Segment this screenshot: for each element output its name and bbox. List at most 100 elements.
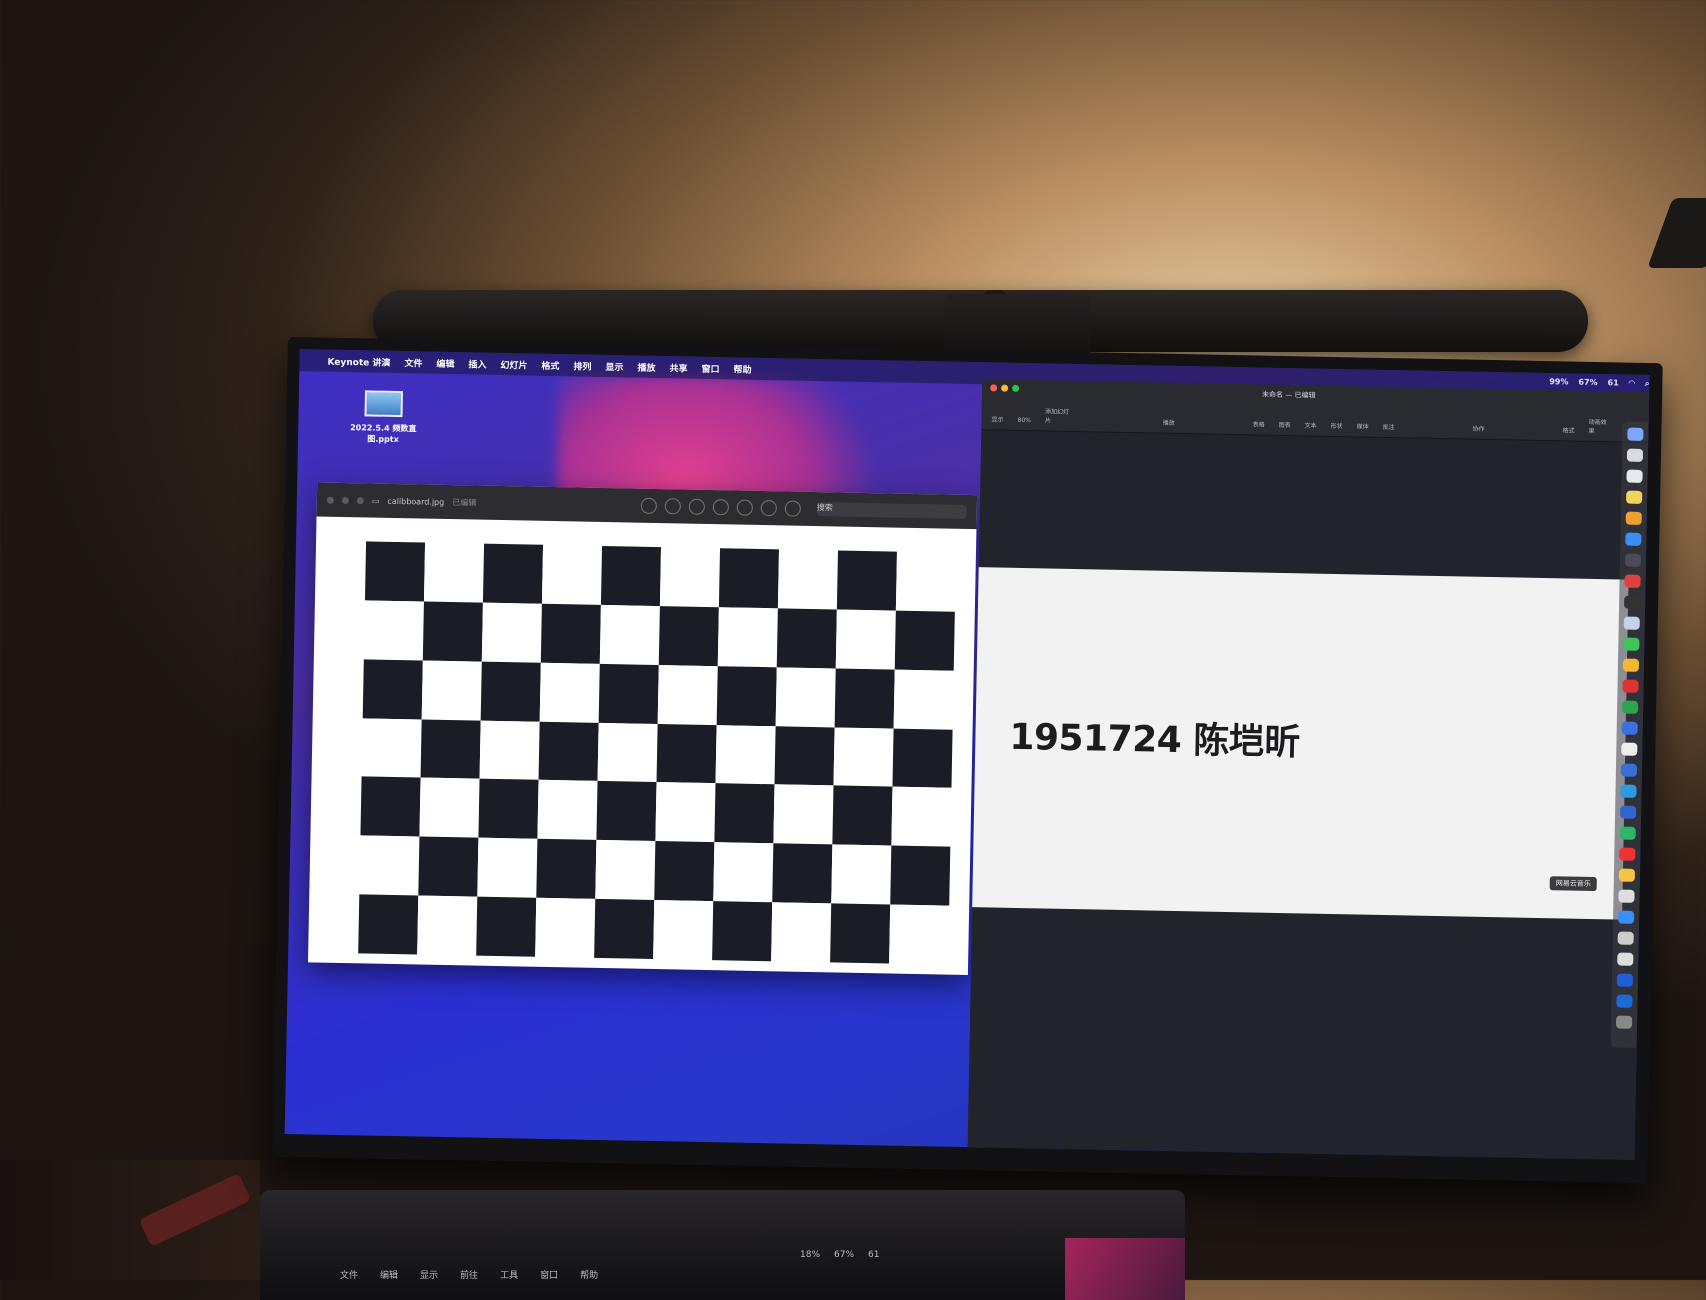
info-icon[interactable] bbox=[640, 497, 657, 514]
toolbar-collaborate[interactable]: 协作 bbox=[1472, 424, 1484, 433]
app-icon[interactable] bbox=[1619, 847, 1636, 861]
status-wechat[interactable]: 61 bbox=[868, 1250, 879, 1260]
app-store-icon[interactable] bbox=[1625, 532, 1642, 546]
checker-square bbox=[600, 545, 662, 606]
menu-item[interactable]: 幻灯片 bbox=[500, 357, 527, 371]
rotate-icon[interactable] bbox=[760, 499, 777, 517]
wechat-icon[interactable] bbox=[1623, 637, 1640, 651]
menu-item[interactable]: 共享 bbox=[669, 361, 687, 374]
pages-icon[interactable] bbox=[1625, 511, 1642, 525]
menu-item[interactable]: 格式 bbox=[541, 358, 559, 371]
toolbar-play[interactable]: 播放 bbox=[1163, 418, 1175, 427]
menu-item[interactable]: 播放 bbox=[637, 360, 655, 373]
menu-item[interactable]: 编辑 bbox=[436, 356, 454, 369]
status-cpu[interactable]: 18% bbox=[800, 1250, 820, 1260]
menu-item[interactable]: 前往 bbox=[460, 1268, 478, 1281]
toolbar-shape[interactable]: 形状 bbox=[1331, 421, 1343, 430]
notion-icon[interactable] bbox=[1621, 742, 1638, 756]
menu-item[interactable]: 文件 bbox=[404, 356, 422, 369]
search-icon[interactable]: ⌕ bbox=[1645, 379, 1650, 389]
status-cpu[interactable]: 99% bbox=[1549, 377, 1568, 387]
app-icon[interactable] bbox=[1620, 763, 1638, 777]
slide-title-text[interactable]: 1951724 陈垲昕 bbox=[1009, 708, 1300, 766]
chrome-icon[interactable] bbox=[1622, 658, 1640, 672]
search-input[interactable]: 搜索 bbox=[816, 502, 967, 519]
checker-square bbox=[891, 786, 952, 847]
app-icon[interactable] bbox=[1618, 868, 1636, 882]
checker-square bbox=[892, 728, 953, 789]
app-icon[interactable] bbox=[1624, 574, 1641, 588]
share-icon[interactable] bbox=[712, 499, 729, 516]
checker-square bbox=[833, 727, 894, 787]
terminal-icon[interactable] bbox=[1624, 595, 1641, 609]
minimize-button[interactable] bbox=[341, 496, 349, 504]
app-icon[interactable] bbox=[1617, 931, 1634, 945]
menu-item[interactable]: 显示 bbox=[605, 359, 623, 372]
typora-icon[interactable] bbox=[1618, 889, 1635, 903]
launchpad-icon[interactable] bbox=[1626, 448, 1644, 462]
checker-square bbox=[655, 782, 716, 843]
markup-icon[interactable] bbox=[736, 499, 753, 516]
app-icon[interactable] bbox=[1617, 952, 1634, 966]
checker-square bbox=[361, 717, 422, 778]
menu-item[interactable]: 帮助 bbox=[580, 1268, 598, 1281]
menu-item[interactable]: 编辑 bbox=[380, 1268, 398, 1281]
menu-app-name[interactable]: Keynote 讲演 bbox=[327, 354, 390, 368]
wifi-icon[interactable]: ◠ bbox=[1629, 379, 1635, 389]
checker-square bbox=[421, 660, 482, 721]
pycharm-icon[interactable] bbox=[1619, 826, 1636, 840]
menu-item[interactable]: 插入 bbox=[468, 357, 486, 370]
toolbar-format[interactable]: 格式 bbox=[1562, 425, 1574, 434]
netease-music-icon[interactable] bbox=[1622, 679, 1639, 693]
menu-item[interactable]: 工具 bbox=[500, 1268, 518, 1281]
sidebar-toggle-icon[interactable]: ▭ bbox=[372, 496, 380, 505]
minimize-button[interactable] bbox=[1001, 384, 1009, 392]
close-button[interactable] bbox=[326, 496, 334, 504]
app-icon[interactable] bbox=[1620, 784, 1637, 798]
toolbar-comment[interactable]: 批注 bbox=[1383, 422, 1395, 431]
app-icon[interactable] bbox=[1619, 805, 1637, 819]
menu-item[interactable]: 帮助 bbox=[733, 362, 751, 375]
toolbar-add-slide[interactable]: 添加幻灯片 bbox=[1045, 406, 1075, 425]
status-mem[interactable]: 67% bbox=[1578, 378, 1597, 388]
keynote-icon[interactable] bbox=[1616, 973, 1634, 987]
menu-item[interactable]: 文件 bbox=[340, 1268, 358, 1281]
zoom-in-icon[interactable] bbox=[688, 498, 705, 515]
messages-icon[interactable] bbox=[1622, 700, 1639, 714]
status-mem[interactable]: 67% bbox=[834, 1250, 854, 1260]
finder-icon[interactable] bbox=[1627, 427, 1644, 441]
status-wechat[interactable]: 61 bbox=[1607, 378, 1618, 388]
annotate-icon[interactable] bbox=[784, 500, 801, 517]
zoom-button[interactable] bbox=[1012, 384, 1020, 392]
desktop-file[interactable]: 2022.5.4 频数直图.pptx bbox=[338, 390, 429, 446]
desk-lamp bbox=[1647, 198, 1706, 268]
menu-item[interactable]: 窗口 bbox=[701, 361, 719, 374]
checker-square bbox=[417, 895, 478, 956]
github-icon[interactable] bbox=[1624, 553, 1642, 567]
app-icon[interactable] bbox=[1617, 910, 1635, 924]
toolbar-zoom[interactable]: 80% bbox=[1017, 417, 1030, 424]
toolbar-view[interactable]: 显示 bbox=[991, 414, 1003, 423]
file-thumbnail bbox=[364, 390, 403, 418]
slide-canvas[interactable]: 1951724 陈垲昕 网易云音乐 bbox=[972, 567, 1629, 920]
preview-app-icon[interactable] bbox=[1623, 616, 1640, 630]
toolbar-chart[interactable]: 图表 bbox=[1279, 420, 1291, 429]
trash-icon[interactable] bbox=[1615, 1015, 1633, 1029]
checker-square bbox=[597, 722, 658, 783]
menu-item[interactable]: 窗口 bbox=[540, 1268, 558, 1281]
zoom-out-icon[interactable] bbox=[664, 498, 681, 515]
app-icon[interactable] bbox=[1621, 721, 1638, 735]
checker-square bbox=[715, 724, 776, 785]
notes-icon[interactable] bbox=[1626, 490, 1643, 504]
menu-item[interactable]: 显示 bbox=[420, 1268, 438, 1281]
toolbar-animate[interactable]: 动画效果 bbox=[1588, 417, 1612, 435]
toolbar-table[interactable]: 表格 bbox=[1253, 419, 1265, 428]
close-button[interactable] bbox=[990, 384, 998, 392]
zoom-button[interactable] bbox=[356, 496, 364, 504]
toolbar-text[interactable]: 文本 bbox=[1305, 420, 1317, 429]
toolbar-media[interactable]: 媒体 bbox=[1357, 421, 1369, 430]
calendar-icon[interactable] bbox=[1626, 469, 1643, 483]
checker-square bbox=[657, 664, 718, 725]
app-icon[interactable] bbox=[1616, 994, 1633, 1008]
menu-item[interactable]: 排列 bbox=[573, 359, 591, 372]
